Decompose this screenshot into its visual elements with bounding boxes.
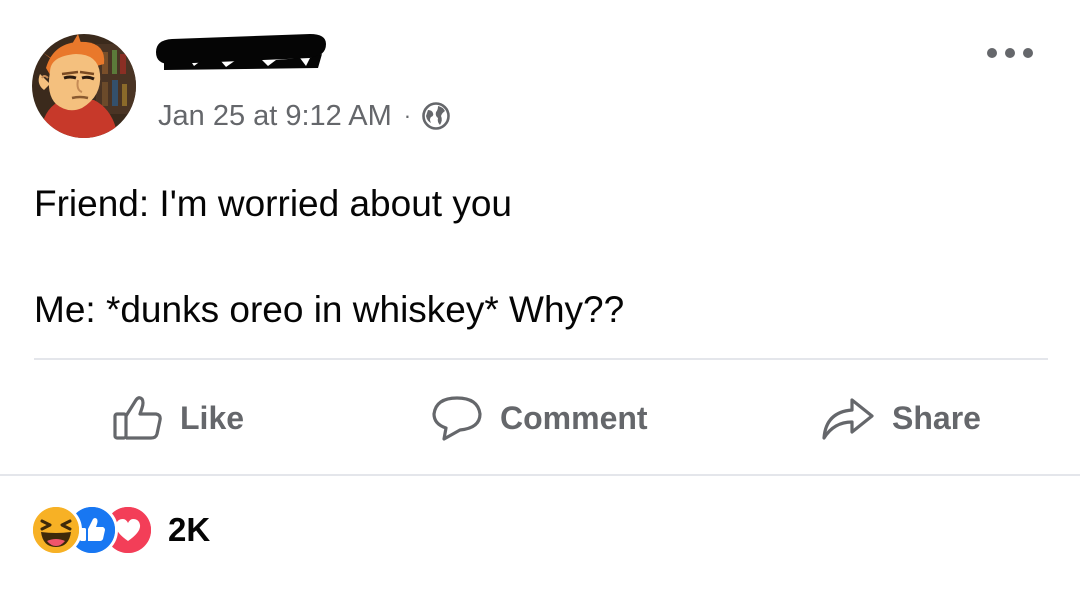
post-body: Friend: I'm worried about you Me: *dunks… bbox=[34, 178, 1044, 336]
action-bar: Like Comment Share bbox=[0, 362, 1080, 472]
globe-icon[interactable] bbox=[421, 101, 451, 131]
share-label: Share bbox=[892, 399, 981, 436]
share-icon bbox=[820, 394, 876, 442]
meta-separator: · bbox=[403, 103, 412, 128]
post-meta: Jan 25 at 9:12 AM · bbox=[158, 96, 451, 136]
comment-label: Comment bbox=[500, 399, 648, 436]
comment-button[interactable]: Comment bbox=[430, 390, 648, 446]
post-text-line-1: Friend: I'm worried about you bbox=[34, 183, 513, 224]
avatar-image bbox=[32, 34, 136, 138]
more-options-button[interactable] bbox=[982, 38, 1038, 68]
reaction-count: 2K bbox=[168, 511, 211, 548]
thumbs-up-icon bbox=[112, 394, 164, 442]
more-options-icon bbox=[987, 48, 1033, 58]
like-button[interactable]: Like bbox=[112, 390, 244, 446]
share-button[interactable]: Share bbox=[820, 390, 981, 446]
profile-avatar[interactable] bbox=[32, 34, 136, 138]
like-label: Like bbox=[180, 399, 245, 436]
post-timestamp[interactable]: Jan 25 at 9:12 AM bbox=[158, 100, 392, 133]
content-divider bbox=[34, 358, 1048, 360]
redacted-author-name[interactable] bbox=[150, 30, 328, 78]
redaction-mark bbox=[156, 34, 326, 70]
reactions-divider bbox=[0, 474, 1080, 476]
post-text-line-2: Me: *dunks oreo in whiskey* Why?? bbox=[34, 289, 625, 330]
facebook-post: Jan 25 at 9:12 AM · Friend: I'm worried … bbox=[0, 0, 1080, 608]
comment-icon bbox=[430, 394, 484, 442]
reactions-summary[interactable]: 2K bbox=[30, 504, 210, 556]
haha-reaction-icon bbox=[30, 504, 82, 556]
